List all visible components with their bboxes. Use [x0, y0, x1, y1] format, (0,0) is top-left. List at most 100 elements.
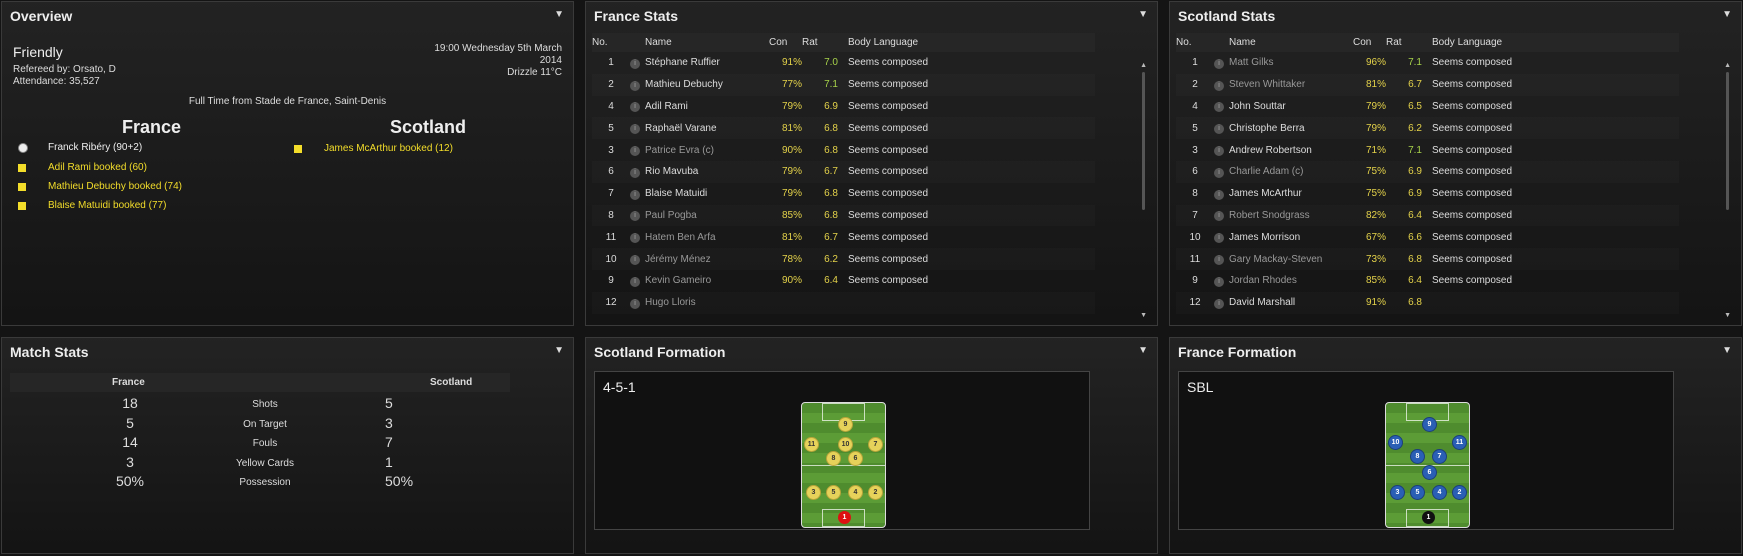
table-row[interactable]: 5 i Raphaël Varane 81% 6.8 Seems composed	[592, 117, 1095, 139]
player-name[interactable]: Rio Mavuba	[645, 161, 769, 183]
player-marker[interactable]: 5	[1410, 485, 1425, 500]
table-row[interactable]: 2 i Steven Whittaker 81% 6.7 Seems composed	[1176, 74, 1679, 96]
info-icon[interactable]: i	[630, 211, 640, 222]
player-marker[interactable]: 9	[838, 417, 853, 432]
table-row[interactable]: 8 i Paul Pogba 85% 6.8 Seems composed	[592, 205, 1095, 227]
info-icon[interactable]: i	[630, 298, 640, 309]
info-icon[interactable]: i	[1214, 146, 1224, 157]
player-name[interactable]: Paul Pogba	[645, 205, 769, 227]
table-row[interactable]: 5 i Christophe Berra 79% 6.2 Seems composed	[1176, 117, 1679, 139]
dropdown-arrow-icon[interactable]: ▼	[1722, 9, 1732, 20]
table-row[interactable]: 2 i Mathieu Debuchy 77% 7.1 Seems composed	[592, 74, 1095, 96]
table-row[interactable]: 6 i Charlie Adam (c) 75% 6.9 Seems composed	[1176, 161, 1679, 183]
table-row[interactable]: 4 i Adil Rami 79% 6.9 Seems composed	[592, 96, 1095, 118]
info-icon[interactable]: i	[1214, 80, 1224, 91]
info-icon[interactable]: i	[630, 124, 640, 135]
info-icon[interactable]: i	[1214, 233, 1224, 244]
player-marker[interactable]: 8	[826, 451, 841, 466]
player-marker[interactable]: 7	[868, 437, 883, 452]
player-name[interactable]: Blaise Matuidi	[645, 183, 769, 205]
player-name[interactable]: Matt Gilks	[1229, 52, 1353, 74]
info-icon[interactable]: i	[1214, 189, 1224, 200]
player-name[interactable]: Gary Mackay-Steven	[1229, 248, 1353, 270]
col-con[interactable]: Con	[769, 33, 802, 52]
player-name[interactable]: Steven Whittaker	[1229, 74, 1353, 96]
player-name[interactable]: Mathieu Debuchy	[645, 74, 769, 96]
info-icon[interactable]: i	[630, 189, 640, 200]
table-row[interactable]: 8 i James McArthur 75% 6.9 Seems composed	[1176, 183, 1679, 205]
player-marker[interactable]: 10	[838, 437, 853, 452]
player-name[interactable]: Stéphane Ruffier	[645, 52, 769, 74]
player-marker[interactable]: 9	[1422, 417, 1437, 432]
col-body-language[interactable]: Body Language	[848, 33, 1095, 52]
info-icon[interactable]: i	[630, 146, 640, 157]
player-marker[interactable]: 11	[804, 437, 819, 452]
scrollbar[interactable]	[1142, 72, 1145, 210]
info-icon[interactable]: i	[630, 255, 640, 266]
table-row[interactable]: 10 i Jérémy Ménez 78% 6.2 Seems composed	[592, 248, 1095, 270]
dropdown-arrow-icon[interactable]: ▼	[1138, 345, 1148, 356]
col-name[interactable]: Name	[1229, 33, 1353, 52]
info-icon[interactable]: i	[630, 80, 640, 91]
table-row[interactable]: 3 i Patrice Evra (c) 90% 6.8 Seems composed	[592, 139, 1095, 161]
player-name[interactable]: James Morrison	[1229, 226, 1353, 248]
dropdown-arrow-icon[interactable]: ▼	[554, 345, 564, 356]
info-icon[interactable]: i	[630, 102, 640, 113]
table-row[interactable]: 12 i David Marshall 91% 6.8	[1176, 292, 1679, 314]
player-marker[interactable]: 2	[868, 485, 883, 500]
info-icon[interactable]: i	[1214, 58, 1224, 69]
table-row[interactable]: 1 i Stéphane Ruffier 91% 7.0 Seems composed	[592, 52, 1095, 74]
player-name[interactable]: Andrew Robertson	[1229, 139, 1353, 161]
dropdown-arrow-icon[interactable]: ▼	[554, 9, 564, 20]
player-name[interactable]: Charlie Adam (c)	[1229, 161, 1353, 183]
info-icon[interactable]: i	[1214, 298, 1224, 309]
table-row[interactable]: 9 i Kevin Gameiro 90% 6.4 Seems composed	[592, 270, 1095, 292]
player-marker[interactable]: 5	[826, 485, 841, 500]
col-rat[interactable]: Rat	[802, 33, 848, 52]
player-marker[interactable]: 6	[848, 451, 863, 466]
player-marker[interactable]: 4	[848, 485, 863, 500]
table-row[interactable]: 9 i Jordan Rhodes 85% 6.4 Seems composed	[1176, 270, 1679, 292]
player-name[interactable]: David Marshall	[1229, 292, 1353, 314]
table-row[interactable]: 11 i Hatem Ben Arfa 81% 6.7 Seems composed	[592, 226, 1095, 248]
player-name[interactable]: Kevin Gameiro	[645, 270, 769, 292]
col-name[interactable]: Name	[645, 33, 769, 52]
info-icon[interactable]: i	[1214, 211, 1224, 222]
col-no[interactable]: No.	[592, 33, 630, 52]
player-name[interactable]: Jérémy Ménez	[645, 248, 769, 270]
table-row[interactable]: 1 i Matt Gilks 96% 7.1 Seems composed	[1176, 52, 1679, 74]
scroll-down-icon[interactable]: ▼	[1140, 312, 1147, 319]
scrollbar[interactable]	[1726, 72, 1729, 210]
player-name[interactable]: Hugo Lloris	[645, 292, 769, 314]
player-marker[interactable]: 10	[1388, 435, 1403, 450]
player-marker[interactable]: 1	[838, 511, 851, 524]
dropdown-arrow-icon[interactable]: ▼	[1138, 9, 1148, 20]
player-marker[interactable]: 7	[1432, 449, 1447, 464]
player-marker[interactable]: 3	[1390, 485, 1405, 500]
col-no[interactable]: No.	[1176, 33, 1214, 52]
table-row[interactable]: 3 i Andrew Robertson 71% 7.1 Seems composed	[1176, 139, 1679, 161]
table-row[interactable]: 4 i John Souttar 79% 6.5 Seems composed	[1176, 96, 1679, 118]
player-name[interactable]: Jordan Rhodes	[1229, 270, 1353, 292]
col-body-language[interactable]: Body Language	[1432, 33, 1679, 52]
player-name[interactable]: Hatem Ben Arfa	[645, 226, 769, 248]
table-row[interactable]: 7 i Robert Snodgrass 82% 6.4 Seems composed	[1176, 205, 1679, 227]
player-marker[interactable]: 2	[1452, 485, 1467, 500]
scroll-up-icon[interactable]: ▲	[1724, 62, 1731, 69]
info-icon[interactable]: i	[630, 58, 640, 69]
player-name[interactable]: James McArthur	[1229, 183, 1353, 205]
table-row[interactable]: 12 i Hugo Lloris	[592, 292, 1095, 314]
player-marker[interactable]: 6	[1422, 465, 1437, 480]
player-marker[interactable]: 11	[1452, 435, 1467, 450]
info-icon[interactable]: i	[1214, 255, 1224, 266]
info-icon[interactable]: i	[630, 276, 640, 287]
info-icon[interactable]: i	[1214, 276, 1224, 287]
player-name[interactable]: Adil Rami	[645, 96, 769, 118]
player-name[interactable]: John Souttar	[1229, 96, 1353, 118]
player-name[interactable]: Christophe Berra	[1229, 117, 1353, 139]
scroll-down-icon[interactable]: ▼	[1724, 312, 1731, 319]
table-row[interactable]: 10 i James Morrison 67% 6.6 Seems composed	[1176, 226, 1679, 248]
player-marker[interactable]: 1	[1422, 511, 1435, 524]
player-marker[interactable]: 4	[1432, 485, 1447, 500]
dropdown-arrow-icon[interactable]: ▼	[1722, 345, 1732, 356]
